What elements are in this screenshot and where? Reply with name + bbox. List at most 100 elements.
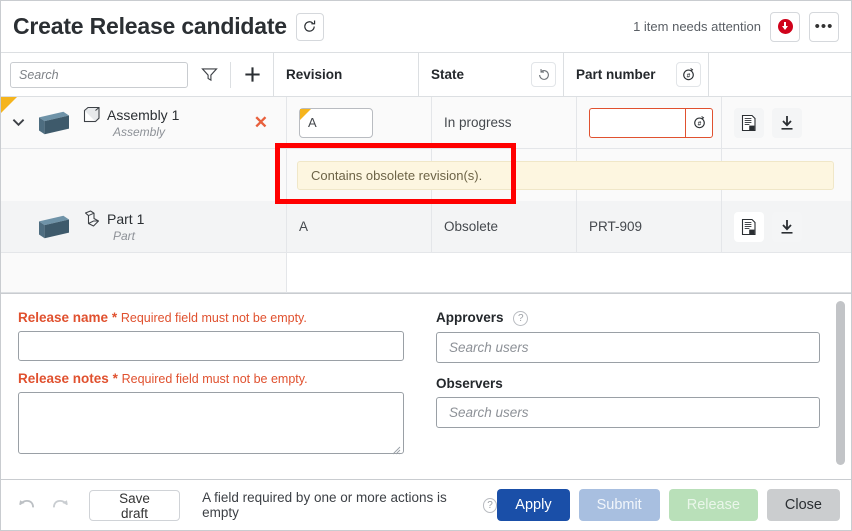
- row-name-cell: Part 1 Part: [1, 201, 286, 253]
- state-value: Obsolete: [444, 219, 499, 234]
- download-button[interactable]: [772, 107, 802, 138]
- more-options-button[interactable]: •••: [809, 11, 839, 42]
- release-name-required-marker: *: [111, 310, 118, 325]
- release-name-input[interactable]: [18, 331, 404, 361]
- release-details-form: Release name * Required field must not b…: [1, 293, 851, 480]
- form-scrollbar-thumb[interactable]: [836, 301, 845, 465]
- item-name: Part 1: [107, 211, 145, 227]
- titlebar-actions: 1 item needs attention •••: [633, 11, 839, 42]
- svg-text:#: #: [697, 121, 701, 128]
- column-header-part-number-label: Part number: [576, 67, 656, 82]
- column-header-revision[interactable]: Revision: [273, 52, 418, 97]
- search-input[interactable]: [11, 62, 187, 87]
- refresh-button[interactable]: [295, 12, 324, 41]
- state-refresh-button[interactable]: [531, 62, 556, 87]
- table-row[interactable]: Part 1 Part A Obsolete PRT-909: [1, 201, 851, 253]
- revision-value: A: [299, 219, 309, 234]
- approvers-search-input[interactable]: [436, 331, 820, 363]
- release-button[interactable]: Release: [668, 489, 758, 521]
- approvers-label-row: Approvers ?: [436, 310, 828, 326]
- dialog-titlebar: Create Release candidate 1 item needs at…: [1, 1, 851, 53]
- generate-number-icon: #: [683, 68, 694, 81]
- remove-item-button[interactable]: ✕: [254, 114, 268, 131]
- release-notes-label-row: Release notes * Required field must not …: [18, 371, 428, 386]
- release-name-error: Required field must not be empty.: [120, 311, 307, 325]
- footer-status-message: A field required by one or more actions …: [202, 490, 498, 520]
- observers-label: Observers: [436, 375, 503, 391]
- close-button[interactable]: Close: [766, 489, 840, 521]
- item-name-block: Assembly 1 Assembly: [83, 106, 179, 139]
- ellipsis-icon: •••: [814, 17, 834, 35]
- obsolete-revision-warning-text: Contains obsolete revision(s).: [311, 168, 483, 183]
- item-type: Assembly: [113, 125, 166, 139]
- assembly-icon: [83, 106, 100, 123]
- filter-button[interactable]: [188, 53, 230, 97]
- table-row[interactable]: Assembly 1 Assembly ✕ A In progress #: [1, 97, 851, 149]
- item-thumbnail: [31, 212, 77, 242]
- attention-alert-button[interactable]: [770, 11, 800, 42]
- redo-arrow-icon: [53, 499, 69, 507]
- release-notes-wrapper: [18, 392, 404, 459]
- page-title: Create Release candidate: [13, 13, 287, 39]
- part-number-input-group: #: [589, 107, 713, 138]
- obsolete-revision-warning: Contains obsolete revision(s).: [297, 161, 834, 190]
- table-empty-row: [1, 253, 851, 293]
- save-draft-button[interactable]: Save draft: [88, 489, 181, 521]
- form-column-left: Release name * Required field must not b…: [1, 310, 428, 480]
- column-header-state[interactable]: State: [418, 52, 563, 97]
- download-icon: [781, 115, 793, 130]
- part-thumbnail-icon: [39, 215, 69, 238]
- revision-flag-icon: [300, 108, 311, 120]
- revision-input[interactable]: A: [299, 107, 373, 138]
- item-name: Assembly 1: [107, 107, 180, 123]
- filter-icon: [200, 68, 218, 82]
- warning-banner-row: Contains obsolete revision(s).: [1, 149, 851, 201]
- part-number-input[interactable]: [589, 107, 685, 138]
- help-icon[interactable]: ?: [513, 310, 529, 326]
- download-icon: [781, 219, 793, 234]
- release-notes-error: Required field must not be empty.: [121, 372, 308, 386]
- redo-button[interactable]: [46, 490, 76, 521]
- document-preview-icon: [741, 218, 756, 235]
- chevron-down-icon: [12, 119, 24, 127]
- state-value: In progress: [444, 115, 512, 130]
- alert-down-circle-icon: [777, 19, 793, 34]
- observers-search-input[interactable]: [436, 396, 820, 428]
- assembly-thumbnail-icon: [39, 111, 69, 134]
- column-header-revision-label: Revision: [286, 67, 343, 82]
- generate-number-icon: #: [693, 116, 705, 129]
- refresh-state-icon: [538, 68, 549, 80]
- submit-button[interactable]: Submit: [578, 489, 660, 521]
- create-release-candidate-dialog: Create Release candidate 1 item needs at…: [0, 0, 852, 531]
- preview-document-button[interactable]: [734, 211, 764, 242]
- column-header-part-number[interactable]: Part number #: [563, 52, 708, 97]
- part-number-generate-button[interactable]: #: [685, 107, 713, 138]
- table-header-row: Revision State Part number #: [1, 52, 851, 97]
- item-type: Part: [113, 229, 136, 243]
- row-part-number-cell: #: [576, 97, 721, 149]
- part-icon: [84, 210, 100, 227]
- help-icon[interactable]: ?: [482, 497, 498, 513]
- row-revision-cell: A: [286, 97, 431, 149]
- items-table-body: Assembly 1 Assembly ✕ A In progress # Co…: [1, 97, 851, 293]
- footer-action-buttons: Apply Submit Release Close: [497, 489, 840, 521]
- column-header-state-label: State: [431, 67, 465, 82]
- expand-collapse-toggle[interactable]: [5, 118, 31, 127]
- row-name-cell: Assembly 1 Assembly ✕: [1, 97, 286, 149]
- undo-arrow-icon: [19, 499, 35, 507]
- undo-button[interactable]: [12, 490, 42, 521]
- row-part-number-cell: PRT-909: [576, 201, 721, 253]
- generate-part-number-button[interactable]: #: [676, 62, 701, 87]
- row-revision-cell: A: [286, 201, 431, 253]
- preview-document-button[interactable]: [734, 107, 764, 138]
- svg-text:#: #: [687, 73, 691, 80]
- download-button[interactable]: [772, 211, 802, 242]
- part-number-value: PRT-909: [589, 219, 643, 234]
- add-item-button[interactable]: [231, 53, 273, 97]
- form-column-right: Approvers ? Observers: [428, 310, 828, 480]
- observers-label-row: Observers: [436, 376, 828, 391]
- plus-icon: [244, 67, 260, 82]
- search-box[interactable]: [10, 61, 188, 88]
- apply-button[interactable]: Apply: [497, 489, 570, 521]
- release-notes-textarea[interactable]: [18, 392, 404, 454]
